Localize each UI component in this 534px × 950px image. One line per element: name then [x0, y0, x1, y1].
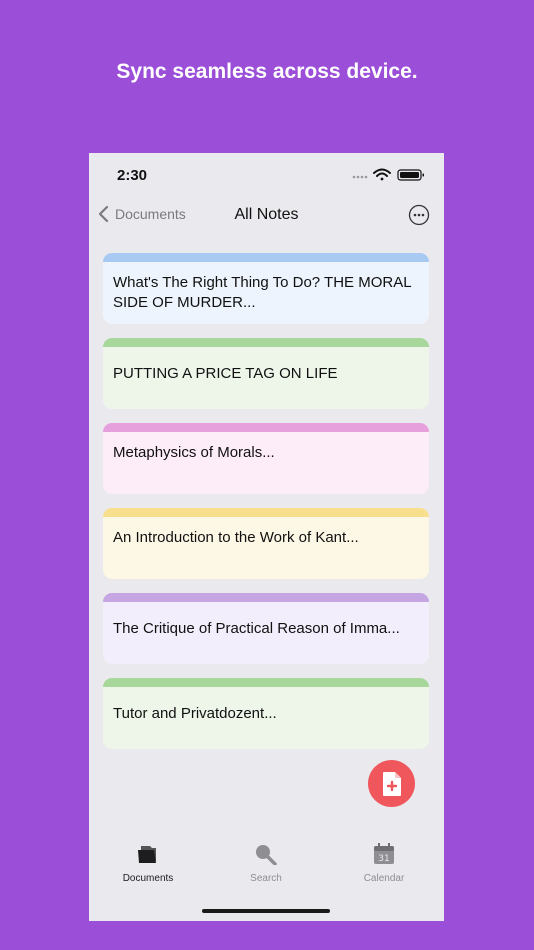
note-card[interactable]: Metaphysics of Morals... — [103, 423, 429, 494]
note-title: The Critique of Practical Reason of Imma… — [113, 620, 400, 637]
tab-bar: Documents Search 31 Calendar — [89, 843, 444, 893]
note-stripe — [103, 253, 429, 262]
calendar-day-number: 31 — [378, 854, 389, 864]
phone-screen: 2:30 Documents All Notes What's The Righ… — [89, 153, 444, 921]
new-document-button[interactable] — [368, 760, 415, 807]
note-stripe — [103, 593, 429, 602]
note-title: An Introduction to the Work of Kant... — [113, 529, 359, 546]
tab-search[interactable]: Search — [207, 843, 325, 884]
note-title: Tutor and Privatdozent... — [113, 705, 277, 722]
note-title: Metaphysics of Morals... — [113, 444, 275, 461]
home-indicator — [202, 909, 330, 913]
tab-label: Search — [250, 873, 282, 884]
tab-documents[interactable]: Documents — [89, 843, 207, 884]
note-title: What's The Right Thing To Do? THE MORAL … — [113, 274, 411, 311]
battery-icon — [397, 169, 424, 181]
tab-label: Calendar — [363, 873, 405, 884]
page-title: All Notes — [234, 206, 299, 223]
wifi-icon — [373, 168, 391, 181]
calendar-icon: 31 — [374, 843, 394, 864]
more-options-button[interactable] — [408, 204, 430, 226]
status-time: 2:30 — [117, 167, 148, 184]
note-stripe — [103, 678, 429, 687]
note-stripe — [103, 338, 429, 347]
headline: Sync seamless across device. — [116, 60, 418, 83]
note-stripe — [103, 423, 429, 432]
note-card[interactable]: PUTTING A PRICE TAG ON LIFE — [103, 338, 429, 409]
search-icon — [256, 845, 277, 866]
add-document-icon — [382, 771, 401, 796]
tab-label: Documents — [122, 873, 174, 884]
note-card[interactable]: The Critique of Practical Reason of Imma… — [103, 593, 429, 664]
tab-calendar[interactable]: 31 Calendar — [325, 843, 443, 884]
signal-icon — [352, 175, 368, 179]
note-title: PUTTING A PRICE TAG ON LIFE — [113, 365, 338, 382]
note-card[interactable]: An Introduction to the Work of Kant... — [103, 508, 429, 579]
note-card[interactable]: What's The Right Thing To Do? THE MORAL … — [103, 253, 429, 324]
note-card[interactable]: Tutor and Privatdozent... — [103, 678, 429, 749]
documents-icon — [138, 846, 156, 863]
status-icons — [352, 168, 424, 181]
note-stripe — [103, 508, 429, 517]
